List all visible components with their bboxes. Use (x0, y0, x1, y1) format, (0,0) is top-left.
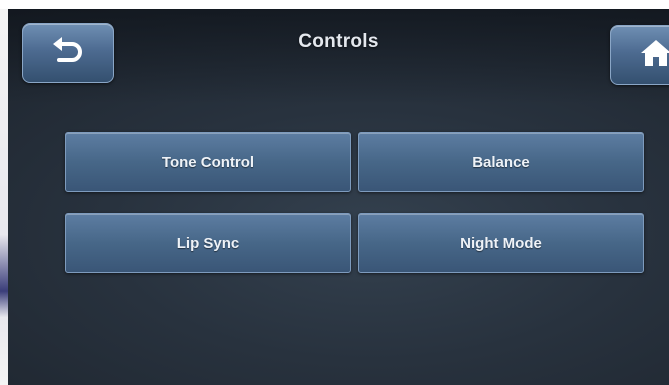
controls-screen: Controls Tone Control Balance Lip Sync N… (8, 9, 669, 385)
home-button[interactable] (610, 25, 669, 85)
lip-sync-button[interactable]: Lip Sync (65, 213, 351, 273)
screen-bezel-edge (0, 9, 8, 385)
home-icon (639, 38, 669, 73)
balance-button[interactable]: Balance (358, 132, 644, 192)
night-mode-button[interactable]: Night Mode (358, 213, 644, 273)
page-title: Controls (298, 31, 379, 52)
tone-control-button[interactable]: Tone Control (65, 132, 351, 192)
